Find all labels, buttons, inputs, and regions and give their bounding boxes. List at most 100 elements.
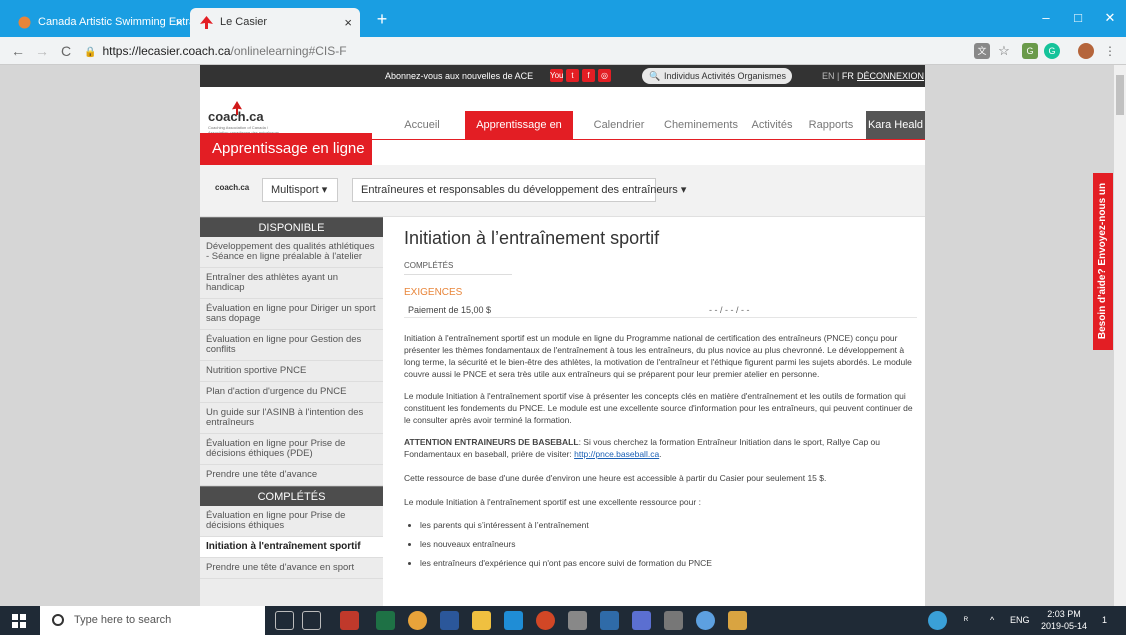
page-title: Initiation à l’entraînement sportif <box>404 228 660 248</box>
calculator-icon[interactable] <box>568 611 587 630</box>
audience-select[interactable]: Entraîneures et responsables du développ… <box>352 178 686 202</box>
tab-title: Le Casier <box>220 16 268 28</box>
youtube-icon[interactable]: You <box>550 69 564 82</box>
facebook-icon[interactable]: f <box>582 69 595 82</box>
notification-icon[interactable]: 1 <box>1102 606 1107 635</box>
status-label: COMPLÉTÉS <box>404 261 454 270</box>
payment-amount: Paiement de 15,00 $ <box>408 305 492 315</box>
menu-icon[interactable]: ⋮ <box>1102 43 1118 59</box>
close-tab-icon[interactable]: × <box>344 8 352 37</box>
people-icon[interactable] <box>928 611 947 630</box>
url-input[interactable]: 🔒 https://lecasier.coach.ca/onlinelearnin… <box>84 41 964 61</box>
nav-calendrier[interactable]: Calendrier <box>587 111 651 139</box>
site-container: Abonnez-vous aux nouvelles de ACE You t … <box>200 65 925 606</box>
coach-logo[interactable]: coach.ca Coaching Association of Canada … <box>208 101 288 135</box>
description-paragraph: Le module Initiation à l'entraînement sp… <box>404 391 913 425</box>
list-item[interactable]: Un guide sur l'ASINB à l'intention des e… <box>200 403 383 434</box>
requirements-header: EXIGENCES <box>404 287 463 298</box>
chevron-up-icon[interactable]: ^ <box>990 606 994 635</box>
list-item[interactable]: Prendre une tête d'avance <box>200 465 383 486</box>
nav-accueil[interactable]: Accueil <box>397 111 447 139</box>
system-clock[interactable]: 2:03 PM 2019-05-14 <box>1040 608 1088 632</box>
acrobat-icon[interactable] <box>340 611 359 630</box>
list-item[interactable]: Évaluation en ligne pour Prise de décisi… <box>200 434 383 465</box>
site-favicon-icon <box>18 16 31 29</box>
forward-button[interactable]: → <box>32 41 52 61</box>
top-utility-bar: Abonnez-vous aux nouvelles de ACE You t … <box>200 65 925 87</box>
lock-icon: 🔒 <box>84 47 97 58</box>
sport-select[interactable]: Multisport ▾ <box>262 178 338 202</box>
search-links: Individus Activités Organismes <box>664 71 787 81</box>
grammarly-icon[interactable]: G <box>1044 43 1060 59</box>
list-item[interactable]: Entraîner des athlètes ayant un handicap <box>200 268 383 299</box>
chrome-icon[interactable] <box>408 611 427 630</box>
nav-user[interactable]: Kara Heald <box>866 111 925 139</box>
list-item[interactable]: Développement des qualités athlétiques -… <box>200 237 383 268</box>
media-player-icon[interactable] <box>696 611 715 630</box>
network-icon[interactable]: ᴿ <box>964 606 968 635</box>
nav-cheminements[interactable]: Cheminements <box>661 111 741 139</box>
tab-le-casier[interactable]: Le Casier × <box>190 8 360 37</box>
star-icon[interactable]: ☆ <box>996 43 1012 59</box>
browser-tab-bar: Canada Artistic Swimming Entra × Le Casi… <box>0 0 1126 37</box>
mail-icon[interactable] <box>664 611 683 630</box>
list-item[interactable]: Plan d'action d'urgence du PNCE <box>200 382 383 403</box>
taskbar-search-input[interactable]: Type here to search <box>40 606 265 635</box>
module-sidebar: DISPONIBLE Développement des qualités at… <box>200 217 383 606</box>
nav-activites[interactable]: Activités <box>747 111 797 139</box>
reload-button[interactable]: C <box>56 41 76 61</box>
scrollbar-thumb[interactable] <box>1116 75 1124 115</box>
description-paragraph: Cette ressource de base d'une durée d'en… <box>404 473 827 483</box>
close-window-button[interactable]: ✕ <box>1094 8 1126 28</box>
taskbar: Type here to search ᴿ ^ ENG 2:03 PM 2019… <box>0 606 1126 635</box>
search-icon: 🔍 <box>649 71 661 81</box>
site-search[interactable]: 🔍 Individus Activités Organismes <box>642 68 792 84</box>
list-item[interactable]: Nutrition sportive PNCE <box>200 361 383 382</box>
back-button[interactable]: ← <box>8 41 28 61</box>
excel-icon[interactable] <box>376 611 395 630</box>
address-bar: ← → C 🔒 https://lecasier.coach.ca/onlinel… <box>0 37 1126 65</box>
section-title: Apprentissage en ligne <box>200 133 372 165</box>
new-tab-button[interactable]: + <box>370 8 394 30</box>
coach-leaf-icon <box>200 16 213 29</box>
nav-rapports[interactable]: Rapports <box>801 111 861 139</box>
list-item-selected[interactable]: Initiation à l'entraînement sportif <box>200 537 383 558</box>
extension-icon[interactable]: G <box>1022 43 1038 59</box>
page-scrollbar[interactable] <box>1114 65 1126 606</box>
windows-start-icon[interactable] <box>12 614 26 628</box>
microphone-icon[interactable] <box>275 611 294 630</box>
word-icon[interactable] <box>440 611 459 630</box>
teams-icon[interactable] <box>632 611 651 630</box>
list-item[interactable]: Prendre une tête d'avance en sport <box>200 558 383 579</box>
tab-canada-artistic-swimming[interactable]: Canada Artistic Swimming Entra × <box>8 8 191 37</box>
cortana-icon <box>52 614 64 626</box>
minimize-button[interactable]: – <box>1030 8 1062 28</box>
powerpoint-icon[interactable] <box>536 611 555 630</box>
list-item[interactable]: Évaluation en ligne pour Gestion des con… <box>200 330 383 361</box>
project-icon[interactable] <box>600 611 619 630</box>
task-view-icon[interactable] <box>302 611 321 630</box>
maximize-button[interactable]: □ <box>1062 8 1094 28</box>
list-item: les entraîneurs d'expérience qui n'ont p… <box>420 558 917 568</box>
payment-date: - - / - - / - - <box>709 305 750 315</box>
instagram-icon[interactable]: ◎ <box>598 69 611 82</box>
language-switch[interactable]: EN | FR <box>822 65 854 87</box>
description-paragraph: Le module Initiation à l'entraînement sp… <box>404 497 701 507</box>
translate-icon[interactable]: 文 <box>974 43 990 59</box>
baseball-link[interactable]: http://pnce.baseball.ca <box>574 449 659 459</box>
profile-avatar[interactable] <box>1078 43 1094 59</box>
help-tab[interactable]: Besoin d'aide? Envoyez-nous un <box>1093 173 1113 350</box>
nav-apprentissage[interactable]: Apprentissage en ligne <box>465 111 573 159</box>
edge-icon[interactable] <box>504 611 523 630</box>
list-item[interactable]: Évaluation en ligne pour Diriger un spor… <box>200 299 383 330</box>
close-tab-icon[interactable]: × <box>175 8 183 37</box>
store-icon[interactable] <box>728 611 747 630</box>
list-item[interactable]: Évaluation en ligne pour Prise de décisi… <box>200 506 383 537</box>
language-indicator[interactable]: ENG <box>1010 606 1030 635</box>
twitter-icon[interactable]: t <box>566 69 579 82</box>
newsletter-link[interactable]: Abonnez-vous aux nouvelles de ACE <box>385 65 533 87</box>
completed-header: COMPLÉTÉS <box>200 486 383 506</box>
logout-link[interactable]: DÉCONNEXION <box>857 65 924 87</box>
file-explorer-icon[interactable] <box>472 611 491 630</box>
divider <box>404 274 512 275</box>
